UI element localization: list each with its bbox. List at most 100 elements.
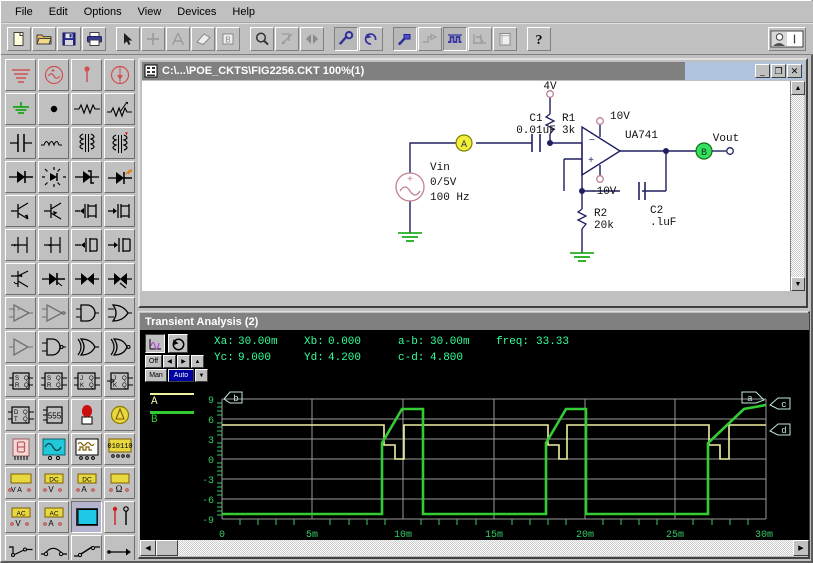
hscroll-thumb[interactable] <box>156 540 178 556</box>
scale-dropdown-button[interactable]: ▼ <box>195 369 208 382</box>
palette-jfet-n[interactable] <box>5 229 36 261</box>
palette-zener[interactable] <box>71 161 102 193</box>
transient-plot-area[interactable]: Off ◀ ▶ ▲ Man Auto ▼ Xa: 30.00m Xb: <box>140 330 809 540</box>
probe-mode-button[interactable] <box>334 27 358 51</box>
subcircuit-button[interactable]: B <box>216 27 240 51</box>
text-tool-button[interactable] <box>166 27 190 51</box>
schematic-title-bar[interactable]: C:\...\POE_CKTS\FIG2256.CKT 100%(1) _ ❐ … <box>142 62 804 80</box>
palette-function-generator[interactable] <box>71 433 102 465</box>
hscroll-track[interactable] <box>178 540 793 556</box>
menu-item-file[interactable]: File <box>7 4 41 20</box>
palette-triac[interactable] <box>104 263 135 295</box>
palette-pushbutton-no[interactable] <box>38 535 69 560</box>
reset-cursor-button[interactable] <box>168 334 188 353</box>
palette-spst-switch[interactable] <box>5 535 36 560</box>
schematic-minimize-button[interactable]: _ <box>755 64 770 78</box>
palette-logic-analyzer[interactable]: 010110 <box>104 433 135 465</box>
palette-potentiometer[interactable] <box>104 93 135 125</box>
undo-button[interactable] <box>359 27 383 51</box>
palette-scr[interactable] <box>38 263 69 295</box>
schematic-restore-button[interactable]: ❐ <box>771 64 786 78</box>
palette-inductor[interactable] <box>38 127 69 159</box>
menu-item-edit[interactable]: Edit <box>41 4 76 20</box>
waveform-cursor-button[interactable] <box>145 334 165 353</box>
cursor-marker-a[interactable]: a <box>742 392 764 404</box>
scroll-up-arrow[interactable]: ▲ <box>791 81 805 95</box>
palette-sr-flipflop[interactable]: SQRQ <box>38 365 69 397</box>
cursor-left-button[interactable]: ◀ <box>163 355 176 368</box>
ac-analysis-button[interactable] <box>468 27 492 51</box>
scroll-down-arrow[interactable]: ▼ <box>791 277 805 291</box>
palette-dc-ammeter[interactable]: DCA <box>71 467 102 499</box>
palette-mosfet-enh[interactable] <box>104 229 135 261</box>
palette-oscilloscope[interactable] <box>38 433 69 465</box>
palette-photodiode[interactable] <box>104 161 135 193</box>
palette-seven-segment-display[interactable] <box>5 433 36 465</box>
palette-node-terminal[interactable] <box>71 59 102 91</box>
mirror-button[interactable] <box>300 27 324 51</box>
manual-scale-button[interactable]: Man <box>145 369 167 382</box>
palette-opamp-triangle[interactable]: +- <box>5 297 36 329</box>
palette-555-timer[interactable]: 555 <box>38 399 69 431</box>
palette-ohmmeter[interactable]: Ω <box>104 467 135 499</box>
palette-ground-multi[interactable] <box>5 59 36 91</box>
palette-npn-transistor[interactable] <box>5 195 36 227</box>
print-button[interactable] <box>82 27 106 51</box>
menu-item-devices[interactable]: Devices <box>169 4 224 20</box>
hscroll-right-arrow[interactable]: ▶ <box>793 540 809 556</box>
palette-ac-source[interactable] <box>38 59 69 91</box>
palette-multimeter[interactable]: V A <box>5 467 36 499</box>
palette-mosfet-dep[interactable] <box>71 229 102 261</box>
palette-resistor[interactable] <box>71 93 102 125</box>
palette-display-panel[interactable] <box>71 501 102 533</box>
palette-node-dot[interactable] <box>38 93 69 125</box>
palette-sr-latch[interactable]: SQRQ <box>5 365 36 397</box>
menu-item-options[interactable]: Options <box>76 4 130 20</box>
analysis-run-button[interactable] <box>393 27 417 51</box>
transient-horizontal-scrollbar[interactable]: ◀ ▶ <box>140 540 809 556</box>
palette-xor-gate[interactable] <box>71 331 102 363</box>
help-button[interactable]: ? <box>527 27 551 51</box>
palette-and-gate[interactable] <box>71 297 102 329</box>
rotate-button[interactable] <box>275 27 299 51</box>
palette-led[interactable] <box>38 161 69 193</box>
menu-item-help[interactable]: Help <box>224 4 263 20</box>
palette-pnp-transistor[interactable] <box>38 195 69 227</box>
open-file-button[interactable] <box>32 27 56 51</box>
palette-jk-flipflop[interactable]: JQKQ <box>71 365 102 397</box>
zoom-button[interactable] <box>250 27 274 51</box>
palette-pmos[interactable] <box>104 195 135 227</box>
hscroll-left-arrow[interactable]: ◀ <box>140 540 156 556</box>
palette-diode[interactable] <box>5 161 36 193</box>
scroll-track[interactable] <box>791 95 804 277</box>
palette-diac[interactable] <box>71 263 102 295</box>
schematic-close-button[interactable]: ✕ <box>787 64 802 78</box>
cursor-off-button[interactable]: Off <box>145 355 162 368</box>
palette-comparator[interactable] <box>38 297 69 329</box>
dc-analysis-button[interactable] <box>418 27 442 51</box>
palette-xnor-gate[interactable] <box>104 331 135 363</box>
select-arrow-button[interactable] <box>116 27 140 51</box>
palette-relay-contact[interactable] <box>104 535 135 560</box>
auto-scale-button[interactable]: Auto <box>168 369 194 382</box>
palette-transformer-tapped[interactable] <box>104 127 135 159</box>
cursor-right-button[interactable]: ▶ <box>177 355 190 368</box>
palette-dc-voltmeter[interactable]: DCV <box>38 467 69 499</box>
palette-jk-flipflop-clocked[interactable]: JQKQ <box>104 365 135 397</box>
cursor-marker-c[interactable]: c <box>770 398 790 410</box>
palette-jfet-p[interactable] <box>38 229 69 261</box>
palette-ac-ammeter[interactable]: ACA <box>38 501 69 533</box>
palette-buffer-gate[interactable] <box>5 331 36 363</box>
cursor-marker-d[interactable]: d <box>770 424 790 436</box>
palette-ground[interactable] <box>5 93 36 125</box>
palette-nand-gate[interactable] <box>38 331 69 363</box>
palette-or-gate[interactable] <box>104 297 135 329</box>
add-component-button[interactable] <box>141 27 165 51</box>
palette-d-flipflop[interactable]: DQTQ <box>5 399 36 431</box>
palette-ujt[interactable] <box>5 263 36 295</box>
notes-button[interactable] <box>493 27 517 51</box>
transient-title-bar[interactable]: Transient Analysis (2) <box>140 313 809 330</box>
palette-current-source[interactable] <box>104 59 135 91</box>
palette-buzzer[interactable] <box>104 399 135 431</box>
schematic-vertical-scrollbar[interactable]: ▲ ▼ <box>790 81 804 291</box>
